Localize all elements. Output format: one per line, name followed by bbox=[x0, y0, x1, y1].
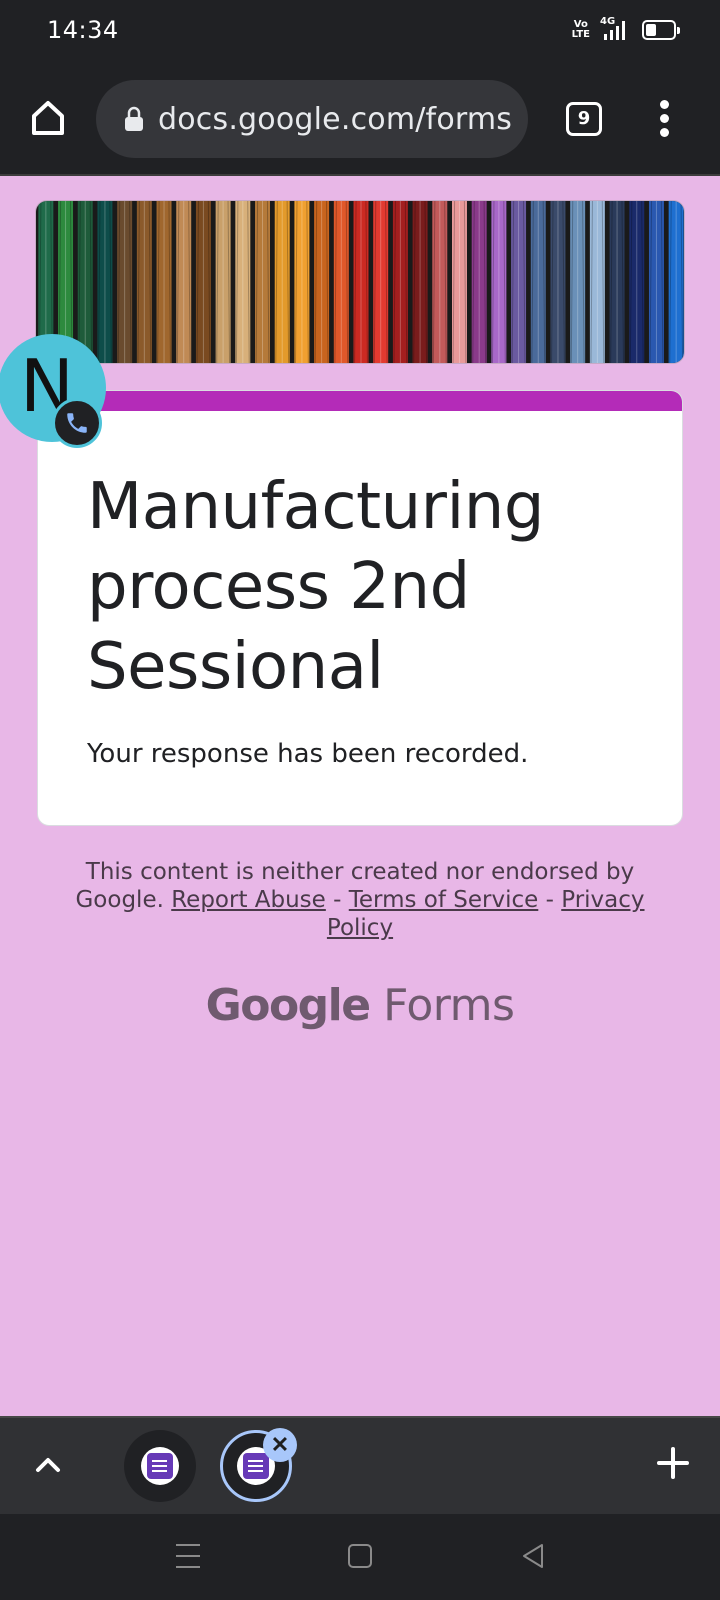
disclaimer-text: This content is neither created nor endo… bbox=[60, 858, 660, 942]
menu-dot-icon bbox=[659, 114, 669, 123]
card-accent-bar bbox=[38, 391, 682, 411]
google-forms-logo[interactable]: Google Forms bbox=[0, 980, 720, 1031]
yarn-banner-image bbox=[36, 201, 684, 363]
menu-line-icon bbox=[176, 1555, 200, 1557]
call-badge bbox=[52, 398, 102, 448]
confirmation-message: Your response has been recorded. bbox=[87, 739, 529, 769]
brand-google: Google bbox=[205, 980, 372, 1031]
menu-line-icon bbox=[176, 1566, 200, 1568]
network-type-label: 4G bbox=[600, 16, 616, 27]
menu-dot-icon bbox=[659, 128, 669, 137]
expand-tabs-icon[interactable] bbox=[34, 1454, 62, 1474]
overflow-menu-button[interactable] bbox=[652, 100, 676, 140]
forms-icon bbox=[141, 1447, 179, 1485]
form-header-image bbox=[35, 200, 685, 364]
recents-button[interactable] bbox=[176, 1544, 200, 1568]
battery-icon bbox=[642, 20, 680, 40]
chat-head-bubble[interactable]: N bbox=[0, 334, 106, 448]
home-button[interactable] bbox=[26, 96, 70, 140]
tab-thumbnail[interactable] bbox=[124, 1430, 196, 1502]
close-tab-button[interactable]: ✕ bbox=[263, 1428, 297, 1462]
separator: - bbox=[545, 887, 554, 913]
url-bar[interactable]: docs.google.com/forms bbox=[96, 80, 528, 158]
back-icon[interactable] bbox=[520, 1542, 546, 1570]
phone-icon bbox=[67, 413, 87, 433]
url-text: docs.google.com/forms bbox=[158, 101, 513, 137]
home-icon bbox=[32, 101, 64, 135]
tab-switcher-button[interactable]: 9 bbox=[566, 102, 602, 136]
battery-level bbox=[646, 24, 656, 36]
browser-toolbar: docs.google.com/forms 9 bbox=[0, 66, 720, 176]
battery-tip bbox=[677, 27, 680, 34]
terms-of-service-link[interactable]: Terms of Service bbox=[349, 887, 539, 913]
form-card: Manufacturing process 2nd Sessional Your… bbox=[37, 390, 683, 826]
form-title: Manufacturing process 2nd Sessional bbox=[87, 470, 544, 704]
lock-icon bbox=[125, 106, 143, 131]
status-bar: 14:34 Vo LTE 4G bbox=[0, 0, 720, 66]
signal-icon: 4G bbox=[598, 16, 628, 42]
menu-line-icon bbox=[176, 1544, 200, 1546]
volte-label-bottom: LTE bbox=[571, 29, 590, 40]
separator: - bbox=[333, 887, 342, 913]
tab-strip: ✕ bbox=[0, 1416, 720, 1514]
status-icons: Vo LTE 4G bbox=[572, 16, 680, 42]
report-abuse-link[interactable]: Report Abuse bbox=[171, 887, 326, 913]
home-nav-button[interactable] bbox=[348, 1544, 372, 1568]
new-tab-icon[interactable] bbox=[656, 1446, 690, 1480]
brand-forms: Forms bbox=[383, 980, 515, 1031]
status-time: 14:34 bbox=[47, 16, 119, 44]
menu-dot-icon bbox=[659, 100, 669, 109]
volte-icon: Vo LTE bbox=[572, 20, 590, 40]
system-nav-bar bbox=[0, 1514, 720, 1600]
